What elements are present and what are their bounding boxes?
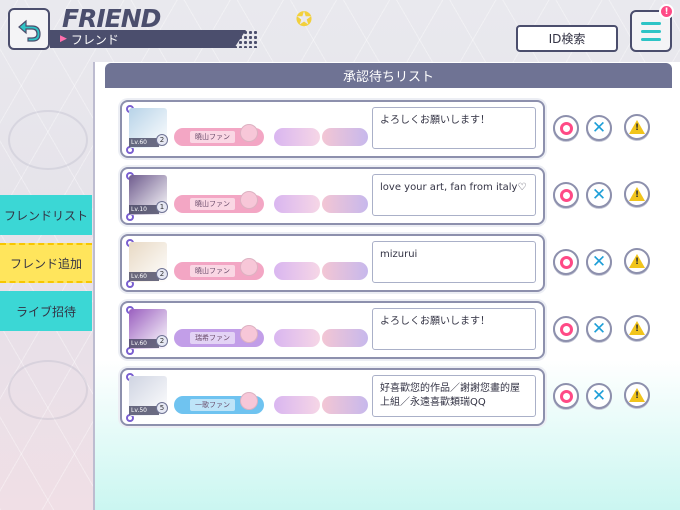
warning-icon: ! <box>629 187 645 201</box>
request-message: よろしくお願いします！ <box>372 107 536 149</box>
reject-button[interactable]: ✕ <box>586 182 612 208</box>
reject-button[interactable]: ✕ <box>586 383 612 409</box>
id-search-button[interactable]: ID検索 <box>516 25 618 52</box>
hamburger-icon-bar <box>641 37 661 41</box>
back-button[interactable] <box>8 8 50 50</box>
x-icon: ✕ <box>591 385 607 406</box>
page-subtitle: ▶ フレンド <box>50 30 246 48</box>
panel-title: 承認待ちリスト <box>105 63 672 88</box>
character-card-pill <box>322 262 368 280</box>
character-icon <box>240 191 258 209</box>
player-level: Lv.60 <box>129 339 159 348</box>
warning-icon: ! <box>629 321 645 335</box>
rank-badge: 1 <box>156 201 168 213</box>
character-icon <box>240 258 258 276</box>
warning-icon: ! <box>629 120 645 134</box>
player-level: Lv.50 <box>129 406 159 415</box>
background-decoration <box>8 110 88 170</box>
notification-badge: ! <box>659 4 674 19</box>
report-button[interactable]: ! <box>624 114 650 140</box>
fan-label: 一歌ファン <box>190 399 235 411</box>
report-button[interactable]: ! <box>624 315 650 341</box>
circle-icon <box>559 322 573 336</box>
background-decoration <box>8 360 88 420</box>
character-card-pill <box>274 262 320 280</box>
tab-friend-add[interactable]: フレンド追加 <box>0 243 92 283</box>
accept-button[interactable] <box>553 115 579 141</box>
fan-label: 曉山ファン <box>190 265 235 277</box>
character-card-pill <box>274 396 320 414</box>
warning-icon: ! <box>629 388 645 402</box>
request-message: love your art, fan from italy♡ <box>372 174 536 216</box>
reject-button[interactable]: ✕ <box>586 249 612 275</box>
character-card-pill <box>322 128 368 146</box>
hamburger-icon-bar <box>641 29 661 33</box>
character-card-pill <box>274 329 320 347</box>
warning-icon: ! <box>629 254 645 268</box>
character-card-pill <box>274 195 320 213</box>
player-level: Lv.60 <box>129 272 159 281</box>
fan-label: 瑞希ファン <box>190 332 235 344</box>
star-icon: ✪ <box>295 7 313 31</box>
x-icon: ✕ <box>591 184 607 205</box>
fan-label: 曉山ファン <box>190 198 235 210</box>
x-icon: ✕ <box>591 318 607 339</box>
tab-friend-list[interactable]: フレンドリスト <box>0 195 92 235</box>
rank-badge: 2 <box>156 335 168 347</box>
character-card-pill <box>322 396 368 414</box>
accept-button[interactable] <box>553 383 579 409</box>
accept-button[interactable] <box>553 316 579 342</box>
x-icon: ✕ <box>591 251 607 272</box>
dot-pattern-decoration <box>218 30 258 48</box>
character-card-pill <box>274 128 320 146</box>
player-level: Lv.60 <box>129 138 159 147</box>
request-message: よろしくお願いします！ <box>372 308 536 350</box>
accept-button[interactable] <box>553 249 579 275</box>
page-subtitle-label: フレンド <box>70 32 119 47</box>
reject-button[interactable]: ✕ <box>586 316 612 342</box>
request-message: 好喜歡您的作品／謝謝您畫的屋上組／永遠喜歡類瑞QQ <box>372 375 536 417</box>
character-card-pill <box>322 329 368 347</box>
accept-button[interactable] <box>553 182 579 208</box>
report-button[interactable]: ! <box>624 248 650 274</box>
back-arrow-icon <box>18 19 41 42</box>
play-triangle-icon: ▶ <box>60 34 67 44</box>
report-button[interactable]: ! <box>624 181 650 207</box>
circle-icon <box>559 188 573 202</box>
circle-icon <box>559 121 573 135</box>
rank-badge: 2 <box>156 268 168 280</box>
x-icon: ✕ <box>591 117 607 138</box>
request-message: mizurui <box>372 241 536 283</box>
hamburger-icon <box>641 21 661 25</box>
fan-label: 曉山ファン <box>190 131 235 143</box>
character-card-pill <box>322 195 368 213</box>
character-icon <box>240 325 258 343</box>
circle-icon <box>559 255 573 269</box>
tab-live-invite[interactable]: ライブ招待 <box>0 291 92 331</box>
player-level: Lv.10 <box>129 205 159 214</box>
circle-icon <box>559 389 573 403</box>
character-icon <box>240 392 258 410</box>
reject-button[interactable]: ✕ <box>586 115 612 141</box>
report-button[interactable]: ! <box>624 382 650 408</box>
rank-badge: 5 <box>156 402 168 414</box>
character-icon <box>240 124 258 142</box>
rank-badge: 2 <box>156 134 168 146</box>
